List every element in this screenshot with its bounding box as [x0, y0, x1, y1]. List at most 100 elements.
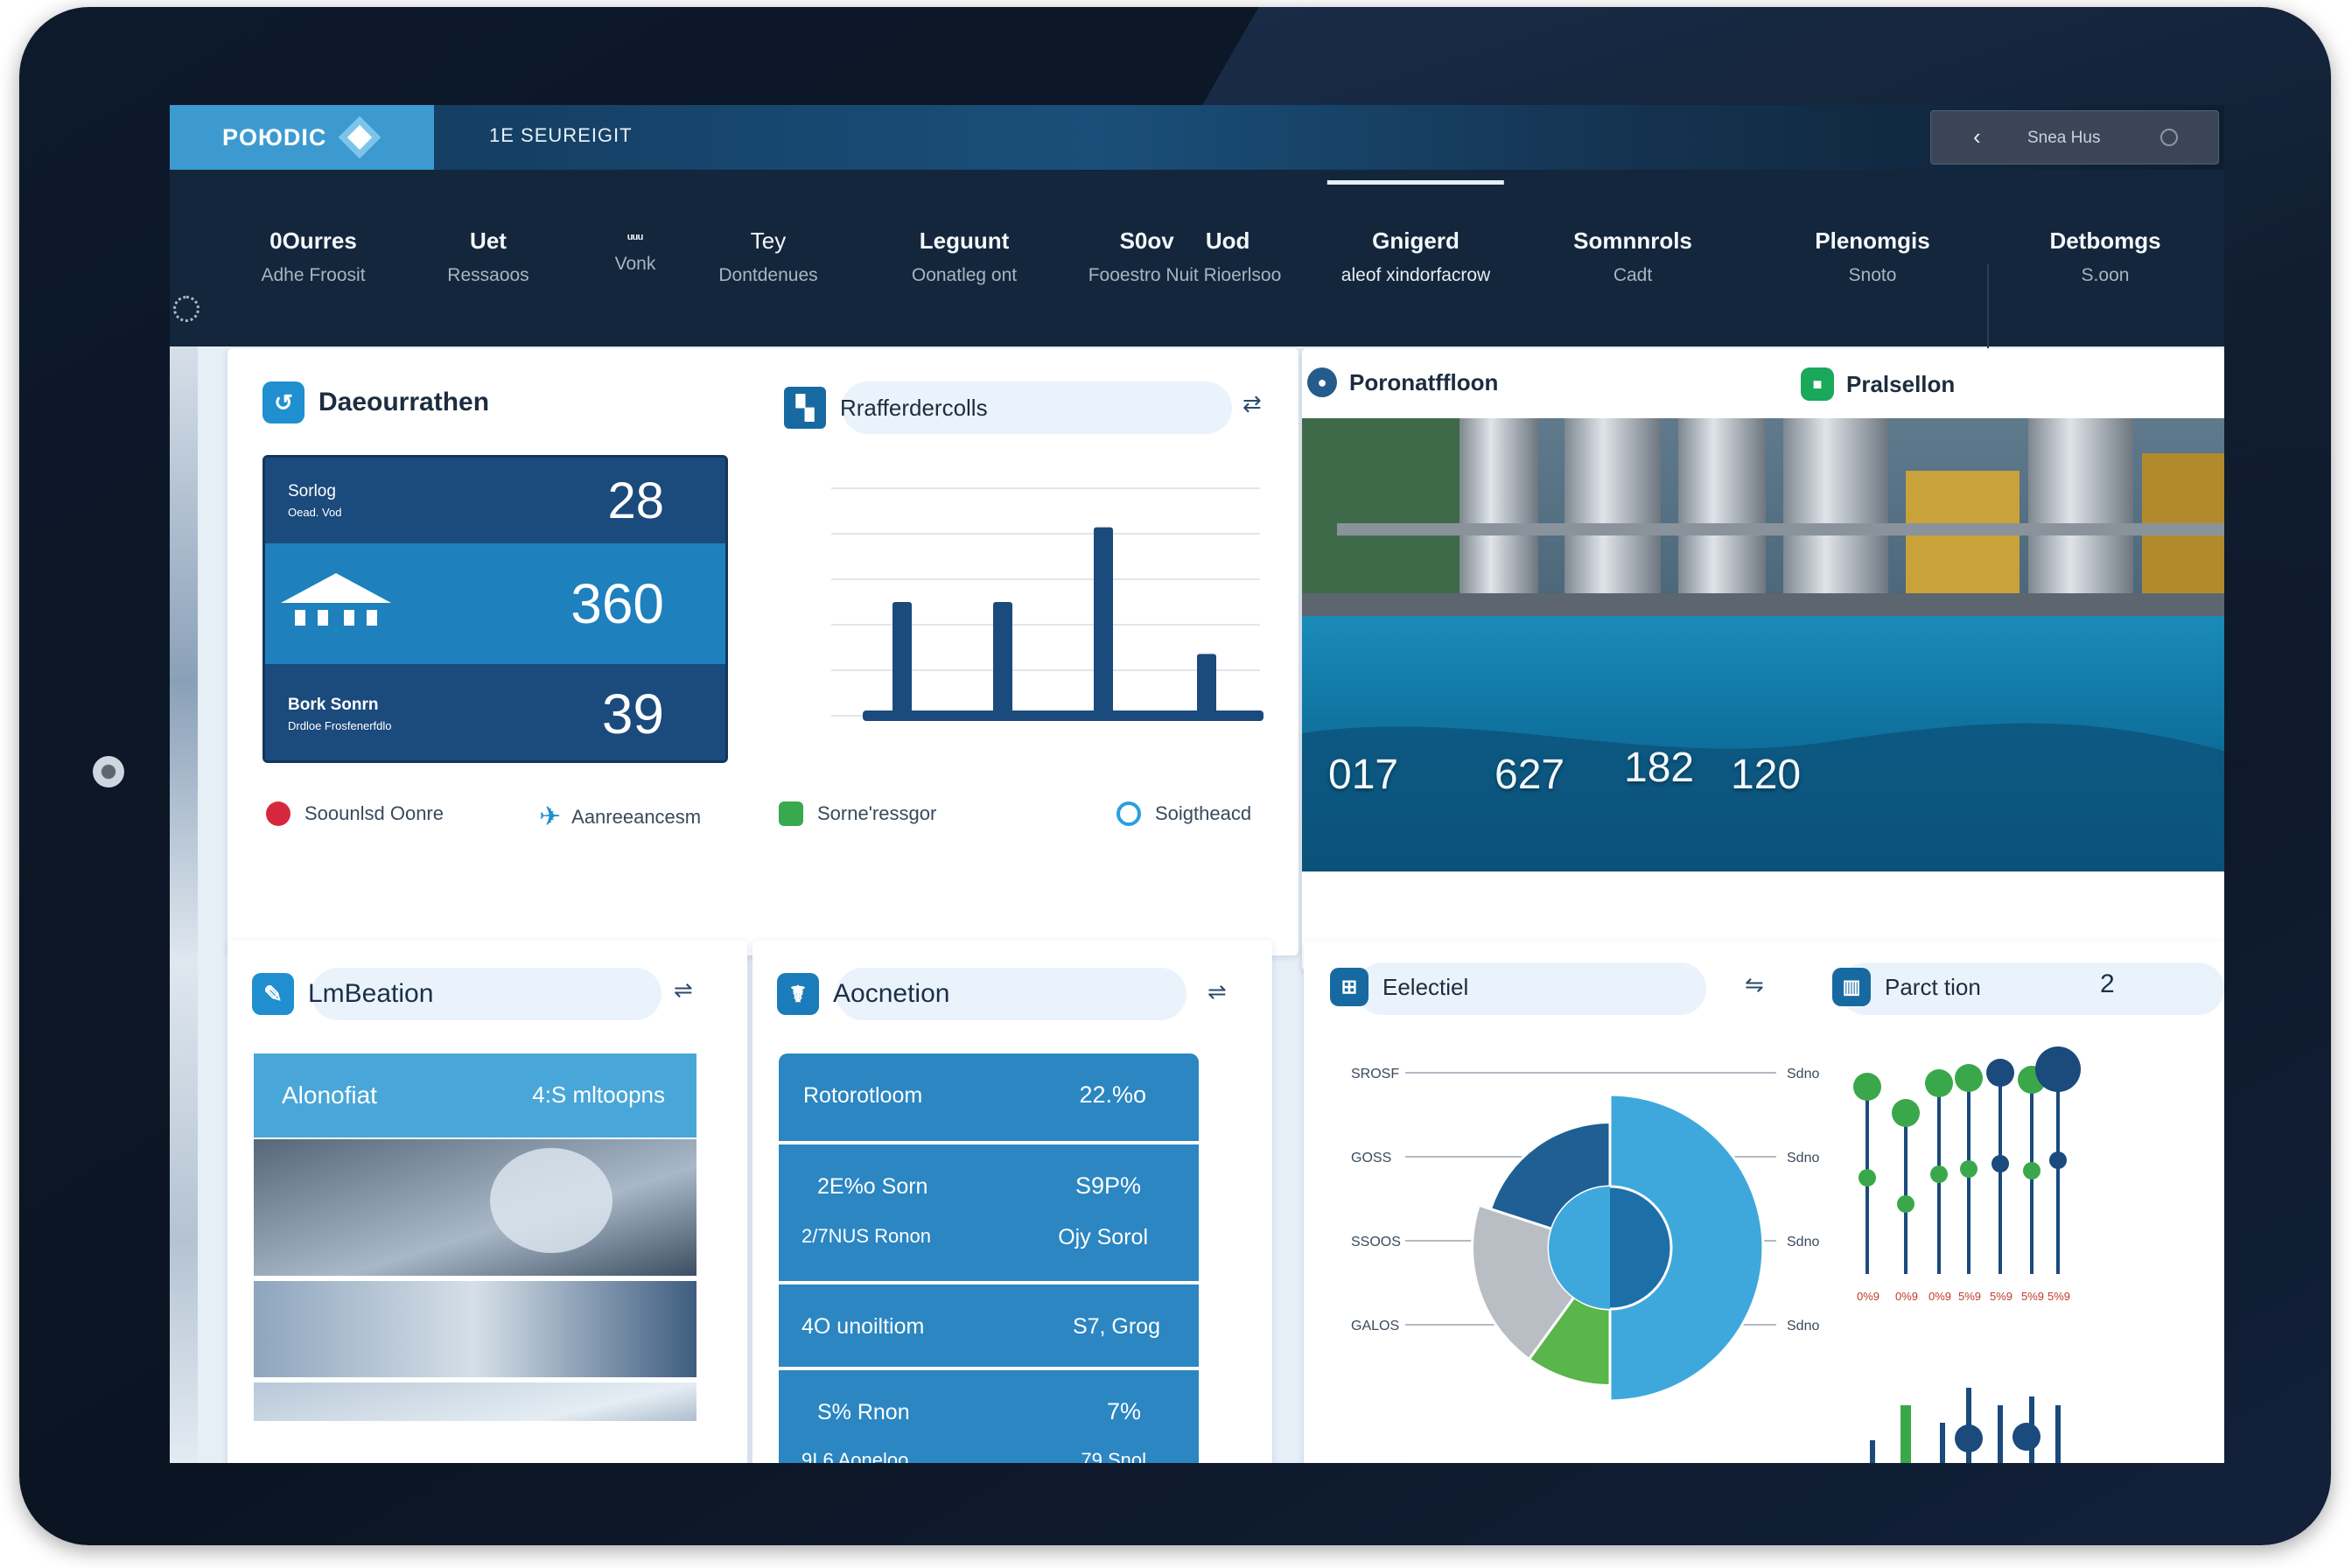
aocnetion-list: Rotorotloom 22.%o 2E%o Sorn S9P% 2/7NUS …	[779, 1054, 1199, 1463]
tablet-frame: POЮDIC 1E SEUREIGIT ‹ Snea Hus 0Ourres Ad…	[19, 7, 2331, 1545]
warehouse-icon	[281, 573, 391, 626]
photo-value-4: 120	[1731, 752, 1802, 798]
chart-title: Rrafferdercolls	[840, 394, 988, 421]
row-label: 2/7NUS Ronon	[802, 1225, 931, 1247]
nav-item-title: ᵤᵤᵤ	[627, 228, 643, 242]
ring-icon	[1116, 802, 1141, 826]
lollipop-label: 0%9	[1857, 1290, 1880, 1303]
pie-label-right: Sdno	[1787, 1319, 1819, 1334]
search-input[interactable]: Snea Hus	[2027, 129, 2100, 148]
link-icon[interactable]: ⇋	[1745, 971, 1764, 998]
stat-sublabel: Drdloe Frosfenerfdlo	[288, 719, 392, 732]
nav-item-sub: S.oon	[2081, 265, 2130, 285]
nav-item-4[interactable]: Tey Dontdenues	[718, 228, 817, 286]
stat-row-3: Bork Sonrn Drdloe Frosfenerfdlo 39	[265, 664, 725, 760]
lmbeation-header[interactable]: Alonofiat 4:S mltoopns	[254, 1054, 696, 1138]
nav-item-sub: Adhe Froosit	[261, 265, 366, 285]
list-item[interactable]: S% Rnon 7% 9I.6 Aoneloo 79 Snol	[779, 1367, 1199, 1463]
legend-item-1[interactable]: Soounlsd Oonre	[266, 802, 444, 826]
row-value: Ojy Sorol	[1058, 1225, 1148, 1250]
legend-label: Soounlsd Oonre	[304, 802, 444, 824]
stat-value: 360	[570, 572, 664, 635]
nav-item-3[interactable]: ᵤᵤᵤ Vonk	[615, 228, 656, 275]
aocnetion-card: ☤ Aocnetion ⇌ Rotorotloom 22.%o 2E%o Sor…	[752, 940, 1272, 1463]
stat-value: 39	[601, 682, 664, 746]
nav-item-sub: Vonk	[614, 254, 656, 274]
figure-icon: ☤	[777, 973, 819, 1015]
list-item[interactable]: 2E%o Sorn S9P% 2/7NUS Ronon Ojy Sorol	[779, 1141, 1199, 1281]
lollipop-head	[1955, 1064, 1983, 1092]
nav-item-sub: Cadt	[1613, 265, 1653, 285]
pie-title: Eelectiel	[1382, 973, 1469, 1000]
bottom-dot	[1955, 1424, 1983, 1452]
nav-item-5[interactable]: Leguunt Oonatleg ont	[912, 228, 1017, 286]
lollipop-head	[1986, 1059, 2014, 1087]
nav-item-1[interactable]: 0Ourres Adhe Froosit	[261, 228, 365, 286]
refresh-icon[interactable]: ↺	[262, 382, 304, 424]
nav-item-2[interactable]: Uet Ressaoos	[447, 228, 528, 286]
edit-icon[interactable]: ⇌	[1208, 978, 1227, 1005]
row-label: Rotorotloom	[803, 1083, 923, 1108]
row-value: S9P%	[1074, 1172, 1141, 1199]
row-value: 22.%o	[1079, 1082, 1146, 1108]
tag-icon	[779, 802, 803, 826]
row-value: S7, Grog	[1072, 1314, 1160, 1339]
lollipop-label: 5%9	[2048, 1290, 2070, 1303]
brand-logo[interactable]: POЮDIC	[170, 105, 434, 170]
legend-item-4[interactable]: Soigtheacd	[1116, 802, 1251, 826]
aocnetion-title: Aocnetion	[833, 979, 950, 1008]
pie-label-left: SROSF	[1351, 1067, 1399, 1082]
nav-item-sub: Fooestro Nuit Rioerlsoo	[1088, 265, 1282, 285]
nav-item-title: 0Ourres	[270, 228, 357, 254]
legend-item-2[interactable]: ✈ Aanreeancesm	[539, 802, 701, 832]
lollipop-mid	[1992, 1155, 2009, 1172]
chart-icon: ▚	[784, 387, 826, 429]
nav-item-9[interactable]: Plenomgis Snoto	[1815, 228, 1929, 286]
legend-label: Soigtheacd	[1155, 802, 1252, 824]
stats-panel: Sorlog Oead. Vod 28 360 Bork Sonrn Drdlo…	[262, 455, 728, 763]
nav-item-7-active[interactable]: Gnigerd aleof xindorfacrow	[1326, 180, 1505, 286]
industrial-photo	[1302, 418, 2224, 872]
bar	[1197, 654, 1216, 716]
nav-item-title: Leguunt	[919, 228, 1010, 254]
pie-label-left: SSOOS	[1351, 1235, 1401, 1250]
edit-icon[interactable]: ⇌	[674, 976, 693, 1004]
lollipop-label: 0%9	[1928, 1290, 1951, 1303]
nav-item-sub: Ressaoos	[447, 265, 529, 285]
edit-icon[interactable]: ⇄	[1242, 390, 1262, 417]
lollipop-label: 5%9	[2021, 1290, 2044, 1303]
lollipop-mid	[1960, 1160, 1978, 1178]
lollipop-count: 2	[2100, 970, 2115, 998]
nav-item-title: Tey	[750, 228, 787, 254]
nav-item-10[interactable]: Detbomgs S.oon	[2049, 228, 2160, 286]
clear-icon[interactable]	[2160, 129, 2178, 146]
chart-icon: ▥	[1832, 968, 1871, 1006]
bar-chart	[831, 487, 1264, 721]
camera-icon	[93, 756, 124, 788]
stat-sublabel: Oead. Vod	[288, 506, 342, 519]
photo-value-3: 182	[1624, 745, 1695, 791]
chevron-left-icon[interactable]: ‹	[1973, 123, 1981, 150]
legend-item-3[interactable]: Sorne'ressgor	[779, 802, 936, 826]
photo-title-left: Poronatffloon	[1349, 368, 1499, 396]
stat-label: Bork Sonrn	[288, 696, 379, 714]
list-item[interactable]: Rotorotloom 22.%o	[779, 1054, 1199, 1141]
settings-icon[interactable]	[173, 296, 200, 322]
pie-label-left: GOSS	[1351, 1151, 1391, 1166]
nav-item-title: S0ov Uod	[1119, 228, 1250, 254]
legend-label: Sorne'ressgor	[817, 802, 937, 824]
search-box[interactable]: ‹ Snea Hus	[1930, 110, 2219, 164]
list-item[interactable]: 4O unoiltiom S7, Grog	[779, 1281, 1199, 1367]
legend-label: Aanreeancesm	[571, 805, 702, 828]
photo-value-1: 017	[1328, 752, 1399, 798]
lmbeation-header-left: Alonofiat	[282, 1082, 377, 1109]
brand-name: POЮDIC	[222, 123, 327, 150]
app-screen: POЮDIC 1E SEUREIGIT ‹ Snea Hus 0Ourres Ad…	[170, 105, 2224, 1463]
nav-item-8[interactable]: Somnnrols Cadt	[1573, 228, 1692, 286]
overview-card: ↺ Daeourrathen Sorlog Oead. Vod 28 360 B…	[228, 348, 1298, 956]
gauge-icon: ●	[1307, 368, 1337, 397]
nav-item-6[interactable]: S0ov Uod Fooestro Nuit Rioerlsoo	[1088, 228, 1282, 286]
lmbeation-title: LmBeation	[308, 979, 434, 1008]
row-label: 9I.6 Aoneloo	[802, 1449, 909, 1463]
nav-item-title: Gnigerd	[1372, 228, 1460, 254]
